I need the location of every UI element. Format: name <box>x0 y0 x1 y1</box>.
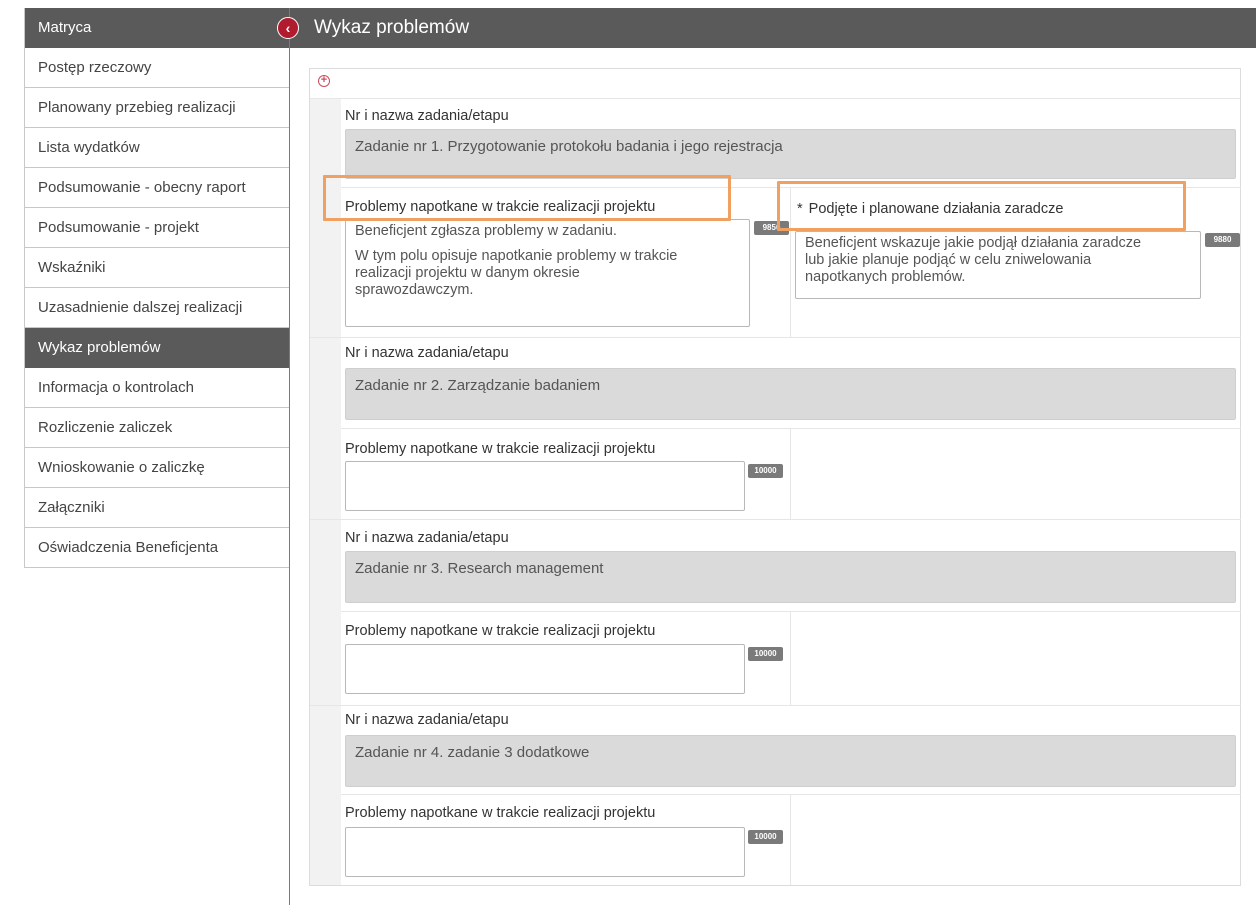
sidebar-header: Matryca <box>25 8 290 48</box>
task-name-field: Zadanie nr 3. Research management <box>345 551 1236 603</box>
add-row: + <box>310 69 1240 99</box>
remedial-text-line: napotkanych problemów. <box>805 269 966 285</box>
problems-panel: + Nr i nazwa zadania/etapu Zadanie nr 1.… <box>309 68 1241 886</box>
sidebar-item-rozliczenie-zaliczek[interactable]: Rozliczenie zaliczek <box>25 408 290 448</box>
remedial-text-line: Beneficjent wskazuje jakie podjął działa… <box>805 235 1142 251</box>
task-label: Nr i nazwa zadania/etapu <box>345 530 509 546</box>
sidebar-item-wykaz-problemow[interactable]: Wykaz problemów <box>25 328 290 368</box>
sidebar-item-podsumowanie-raport[interactable]: Podsumowanie - obecny raport <box>25 168 290 208</box>
sidebar-item-wnioskowanie-zaliczka[interactable]: Wnioskowanie o zaliczkę <box>25 448 290 488</box>
divider <box>310 519 1241 520</box>
problems-textarea[interactable] <box>345 644 745 694</box>
divider <box>310 705 1241 706</box>
sidebar-item-postep-rzeczowy[interactable]: Postęp rzeczowy <box>25 48 290 88</box>
task-block-2: Nr i nazwa zadania/etapu Zadanie nr 2. Z… <box>310 337 1241 519</box>
problems-label: Problemy napotkane w trakcie realizacji … <box>345 623 656 639</box>
sidebar-item-planowany-przebieg[interactable]: Planowany przebieg realizacji <box>25 88 290 128</box>
highlight-box <box>323 175 731 221</box>
task-label: Nr i nazwa zadania/etapu <box>345 712 509 728</box>
divider <box>310 337 1241 338</box>
problems-text-line: W tym polu opisuje napotkanie problemy w… <box>355 248 678 264</box>
highlight-box <box>777 181 1186 231</box>
page-title: Wykaz problemów <box>314 17 470 38</box>
sidebar-item-informacja-kontrole[interactable]: Informacja o kontrolach <box>25 368 290 408</box>
task-label: Nr i nazwa zadania/etapu <box>345 108 509 124</box>
sidebar-item-zalaczniki[interactable]: Załączniki <box>25 488 290 528</box>
divider <box>341 428 1241 429</box>
task-block-1: Nr i nazwa zadania/etapu Zadanie nr 1. P… <box>323 99 1241 337</box>
chevron-left-icon[interactable]: ‹ <box>277 17 299 39</box>
problems-textarea[interactable] <box>345 461 745 511</box>
problems-label: Problemy napotkane w trakcie realizacji … <box>345 805 656 821</box>
task-name-field: Zadanie nr 2. Zarządzanie badaniem <box>345 368 1236 420</box>
sidebar-item-oswiadczenia[interactable]: Oświadczenia Beneficjenta <box>25 528 290 568</box>
column-divider <box>790 611 791 705</box>
divider <box>341 611 1241 612</box>
task-label: Nr i nazwa zadania/etapu <box>345 345 509 361</box>
sidebar: Matryca Postęp rzeczowy Planowany przebi… <box>0 0 290 905</box>
sidebar-item-uzasadnienie[interactable]: Uzasadnienie dalszej realizacji <box>25 288 290 328</box>
problems-text-line: Beneficjent zgłasza problemy w zadaniu. <box>355 223 617 239</box>
sidebar-item-wskazniki[interactable]: Wskaźniki <box>25 248 290 288</box>
task-block-3: Nr i nazwa zadania/etapu Zadanie nr 3. R… <box>310 519 1241 705</box>
remedial-textarea[interactable]: Beneficjent wskazuje jakie podjął działa… <box>795 231 1201 299</box>
problems-label: Problemy napotkane w trakcie realizacji … <box>345 441 656 457</box>
plus-circle-icon[interactable]: + <box>318 75 330 87</box>
page-header: ‹ Wykaz problemów <box>277 8 1256 48</box>
task-name-field: Zadanie nr 1. Przygotowanie protokołu ba… <box>345 129 1236 179</box>
char-counter: 9880 <box>1205 233 1240 247</box>
sidebar-divider <box>289 8 290 905</box>
remedial-text-line: lub jakie planuje podjąć w celu zniwelow… <box>805 252 1092 268</box>
task-name-field: Zadanie nr 4. zadanie 3 dodatkowe <box>345 735 1236 787</box>
sidebar-menu: Matryca Postęp rzeczowy Planowany przebi… <box>24 8 290 568</box>
divider <box>341 794 1241 795</box>
problems-textarea[interactable]: Beneficjent zgłasza problemy w zadaniu. … <box>345 219 750 327</box>
problems-text-line: realizacji projektu w danym okresie <box>355 265 580 281</box>
char-counter: 10000 <box>748 464 783 478</box>
column-divider <box>790 794 791 885</box>
sidebar-item-lista-wydatkow[interactable]: Lista wydatków <box>25 128 290 168</box>
problems-textarea[interactable] <box>345 827 745 877</box>
column-divider <box>790 428 791 519</box>
char-counter: 10000 <box>748 647 783 661</box>
sidebar-item-podsumowanie-projekt[interactable]: Podsumowanie - projekt <box>25 208 290 248</box>
problems-text-line: sprawozdawczym. <box>355 282 474 298</box>
char-counter: 10000 <box>748 830 783 844</box>
task-block-4: Nr i nazwa zadania/etapu Zadanie nr 4. z… <box>310 705 1241 885</box>
